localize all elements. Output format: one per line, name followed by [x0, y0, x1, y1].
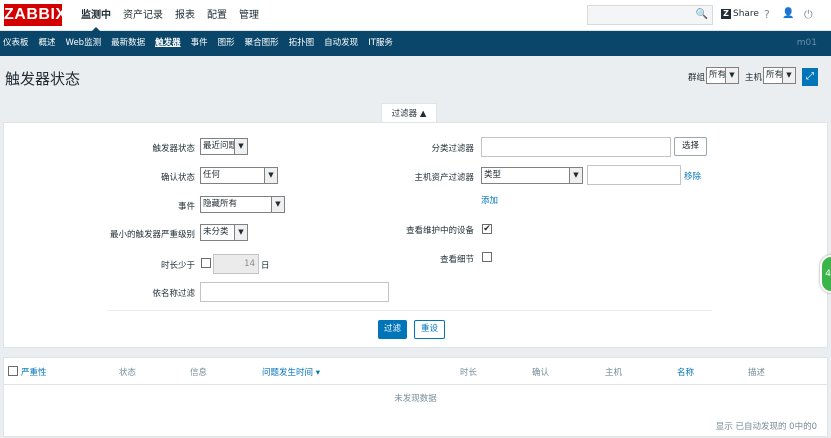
top-menu-administration[interactable]: 管理: [233, 0, 265, 31]
app-filter-input[interactable]: [481, 137, 671, 157]
ack-status-value: 任何: [203, 170, 221, 180]
age-days-input[interactable]: 14: [213, 254, 259, 274]
top-menu-inventory[interactable]: 资产记录: [117, 0, 169, 31]
chevron-down-icon: ▼: [782, 68, 795, 83]
logout-icon[interactable]: ⏻: [804, 8, 813, 22]
share-label: Share: [733, 9, 759, 19]
select-button[interactable]: 选择: [674, 137, 707, 156]
column-description: 描述: [748, 368, 766, 378]
top-menu: 监测中 资产记录 报表 配置 管理: [75, 0, 265, 32]
min-severity-label: 最小的触发器严重级别: [109, 230, 195, 240]
help-icon[interactable]: ?: [764, 8, 770, 21]
chevron-down-icon: ▼: [569, 168, 582, 183]
no-data-message: 未发现数据: [394, 394, 437, 404]
column-host: 主机: [605, 368, 623, 378]
subnav-discovery[interactable]: 自动发现: [319, 31, 363, 56]
host-select[interactable]: 所有 ▼: [763, 67, 796, 84]
subnav-screens[interactable]: 聚合图形: [240, 31, 284, 56]
subnav-overview[interactable]: 概述: [34, 31, 61, 56]
age-label: 时长少于: [160, 261, 195, 271]
trigger-status-label: 触发器状态: [152, 144, 195, 154]
inventory-field-value: 类型: [484, 170, 502, 180]
inventory-filter-label: 主机资产过滤器: [414, 173, 474, 183]
inventory-field-select[interactable]: 类型 ▼: [481, 167, 583, 184]
age-unit-label: 日: [261, 261, 270, 271]
top-menu-configuration[interactable]: 配置: [201, 0, 233, 31]
user-profile-icon[interactable]: 👤: [782, 8, 794, 19]
column-severity[interactable]: 严重性: [21, 366, 47, 378]
table-footer-summary: 显示 已自动发现的 0中的0: [715, 422, 817, 432]
add-link[interactable]: 添加: [481, 194, 498, 206]
chevron-down-icon: ▼: [234, 139, 247, 154]
table-header-divider: [4, 384, 827, 385]
triggers-table: 严重性 状态 信息 问题发生时间 ▾ 时长 确认 主机 名称 描述 未发现数据 …: [3, 357, 828, 437]
zabbix-logo[interactable]: ZABBIX: [4, 4, 66, 26]
age-checkbox[interactable]: [201, 258, 211, 268]
filter-panel: 触发器状态 最近问题 ▼ 确认状态 任何 ▼ 事件 隐藏所有 ▼ 最小的触发器严…: [3, 122, 828, 348]
name-filter-label: 依名称过滤: [152, 289, 195, 299]
ack-status-select[interactable]: 任何 ▼: [200, 167, 278, 184]
share-icon: Z: [721, 9, 731, 19]
column-ack: 确认: [532, 368, 550, 378]
group-label: 群组: [688, 73, 706, 83]
group-select-value: 所有: [709, 70, 727, 80]
subnav-web[interactable]: Web监测: [61, 31, 107, 56]
app-filter-label: 分类过滤器: [431, 144, 474, 154]
fullscreen-icon: ⤢: [806, 71, 814, 82]
page-title: 触发器状态: [5, 70, 81, 88]
subnav-events[interactable]: 事件: [186, 31, 213, 56]
column-info: 信息: [190, 368, 208, 378]
fullscreen-button[interactable]: ⤢: [802, 68, 818, 86]
search-input[interactable]: 🔍: [587, 5, 713, 25]
inventory-value-input[interactable]: [587, 165, 681, 185]
maintenance-checkbox[interactable]: ✔: [482, 224, 492, 234]
host-select-value: 所有: [766, 70, 784, 80]
events-value: 隐藏所有: [203, 199, 238, 209]
maintenance-label: 查看维护中的设备: [405, 226, 474, 236]
chevron-down-icon: ▼: [264, 168, 277, 183]
sub-navigation: 仪表板 概述 Web监测 最新数据 触发器 事件 图形 聚合图形 拓扑图 自动发…: [0, 31, 831, 56]
top-menu-monitoring[interactable]: 监测中: [75, 0, 117, 32]
reset-filter-button[interactable]: 重设: [414, 320, 445, 339]
column-status: 状态: [119, 368, 137, 378]
subnav-dashboard[interactable]: 仪表板: [0, 31, 34, 56]
subnav-it-services[interactable]: IT服务: [363, 31, 398, 56]
subnav-triggers[interactable]: 触发器: [150, 31, 186, 56]
details-label: 查看细节: [439, 255, 474, 265]
subnav-graphs[interactable]: 图形: [213, 31, 240, 56]
chevron-down-icon: ▼: [271, 197, 284, 212]
title-bar: 触发器状态 群组 所有 ▼ 主机 所有 ▼ ⤢: [0, 57, 831, 97]
details-checkbox[interactable]: [482, 252, 492, 262]
group-select[interactable]: 所有 ▼: [706, 67, 739, 84]
remove-link[interactable]: 移除: [684, 170, 701, 182]
select-all-checkbox[interactable]: [8, 366, 18, 376]
trigger-status-value: 最近问题: [203, 141, 238, 151]
chevron-down-icon: ▼: [234, 225, 247, 240]
events-label: 事件: [177, 202, 195, 212]
chevron-down-icon: ▼: [725, 68, 738, 83]
search-icon[interactable]: 🔍: [696, 9, 708, 20]
apply-filter-button[interactable]: 过滤: [378, 320, 407, 339]
subnav-maps[interactable]: 拓扑图: [284, 31, 320, 56]
share-link[interactable]: Z Share: [721, 9, 759, 19]
filter-divider: [107, 310, 712, 311]
trigger-status-select[interactable]: 最近问题 ▼: [200, 138, 248, 155]
floating-widget[interactable]: 45: [820, 255, 831, 293]
column-name[interactable]: 名称: [677, 366, 694, 378]
column-last-change[interactable]: 问题发生时间 ▾: [262, 366, 320, 378]
top-header: ZABBIX 监测中 资产记录 报表 配置 管理 🔍 Z Share ? 👤 ⏻: [0, 0, 831, 32]
server-name: m01: [796, 38, 817, 48]
filter-tab[interactable]: 过滤器 ▲: [381, 103, 437, 123]
min-severity-select[interactable]: 未分类 ▼: [200, 224, 248, 241]
top-menu-reports[interactable]: 报表: [169, 0, 201, 31]
ack-status-label: 确认状态: [160, 173, 195, 183]
subnav-latest-data[interactable]: 最新数据: [106, 31, 150, 56]
column-age: 时长: [460, 368, 478, 378]
host-label: 主机: [745, 73, 763, 83]
name-filter-input[interactable]: [200, 282, 389, 302]
events-select[interactable]: 隐藏所有 ▼: [200, 196, 285, 213]
min-severity-value: 未分类: [203, 227, 229, 237]
